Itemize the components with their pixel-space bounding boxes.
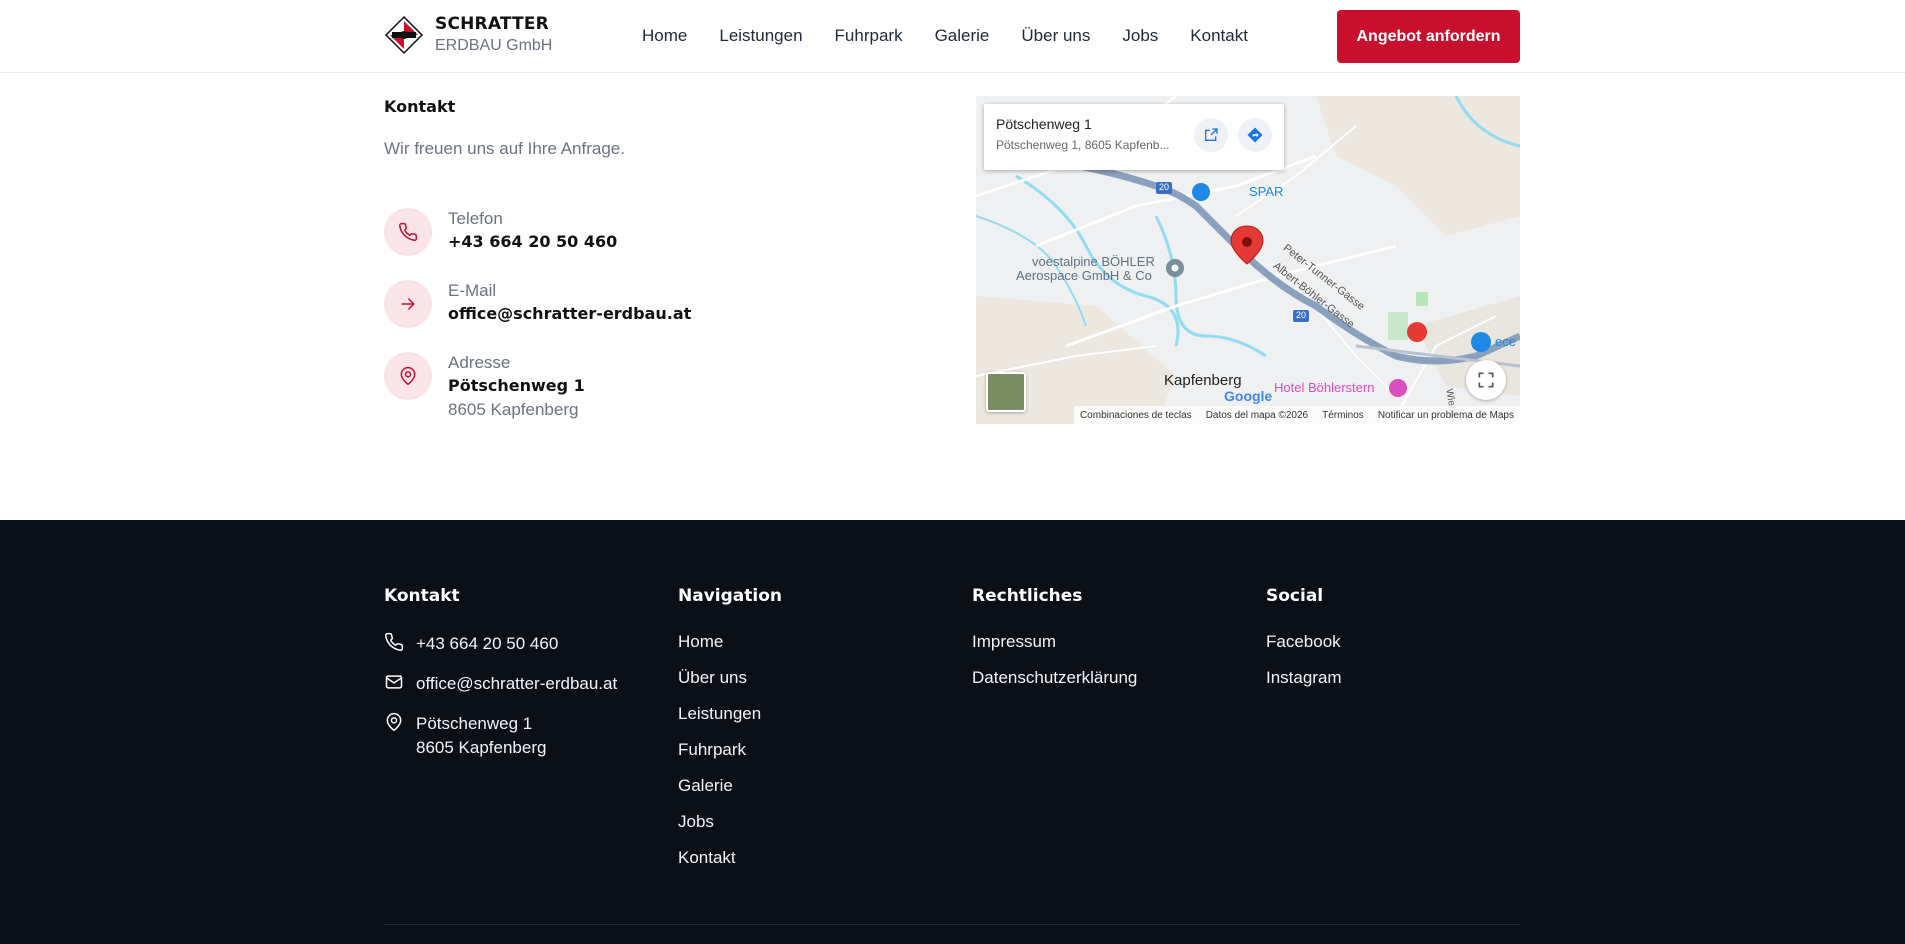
footer-phone-text: +43 664 20 50 460	[416, 634, 559, 653]
nav-home[interactable]: Home	[642, 25, 687, 47]
footer-nav-jobs[interactable]: Jobs	[678, 812, 782, 832]
map-pin-icon	[384, 352, 432, 400]
footer-email-text: office@schratter-erdbau.at	[416, 674, 618, 693]
footer-link-impressum[interactable]: Impressum	[972, 632, 1137, 652]
map-place-address: Pötschenweg 1, 8605 Kapfenb...	[996, 138, 1170, 152]
map-label-voest-2: Aerospace GmbH & Co	[1016, 268, 1152, 283]
footer-social-title: Social	[1266, 586, 1324, 606]
footer-link-facebook[interactable]: Facebook	[1266, 632, 1342, 652]
fullscreen-icon[interactable]	[1466, 360, 1506, 400]
nav-fuhrpark[interactable]: Fuhrpark	[835, 25, 903, 47]
nav-jobs[interactable]: Jobs	[1122, 25, 1158, 47]
email-label: E-Mail	[448, 281, 497, 300]
map-keyboard-shortcuts[interactable]: Combinaciones de teclas	[1080, 410, 1192, 421]
footer-nav-galerie[interactable]: Galerie	[678, 776, 782, 796]
phone-link[interactable]: +43 664 20 50 460	[448, 230, 617, 254]
nav-kontakt[interactable]: Kontakt	[1190, 25, 1248, 47]
map-route-shield-1: 20	[1159, 182, 1170, 192]
google-map[interactable]: SPAR voestalpine BÖHLER Aerospace GmbH &…	[976, 96, 1520, 424]
map-report-problem[interactable]: Notificar un problema de Maps	[1378, 410, 1514, 421]
google-wordmark: Google	[1224, 388, 1273, 404]
contact-address: Adresse Pötschenweg 1 8605 Kapfenberg	[384, 352, 585, 422]
mail-icon	[385, 675, 403, 689]
footer-nav-kontakt[interactable]: Kontakt	[678, 848, 782, 868]
footer-nav-fuhrpark[interactable]: Fuhrpark	[678, 740, 782, 760]
map-route-shield-2: 20	[1296, 310, 1307, 320]
site-footer: Kontakt +43 664 20 50 460 office@schratt…	[0, 520, 1905, 944]
section-heading: Kontakt	[384, 97, 456, 116]
request-quote-button[interactable]: Angebot anfordern	[1337, 10, 1520, 63]
footer-address: Pötschenweg 1 8605 Kapfenberg	[384, 712, 617, 760]
footer-nav-ueber-uns[interactable]: Über uns	[678, 668, 782, 688]
brand-name: SCHRATTER	[435, 14, 549, 34]
footer-email[interactable]: office@schratter-erdbau.at	[384, 672, 617, 696]
map-footer: Combinaciones de teclas Datos del mapa ©…	[1073, 406, 1520, 424]
footer-nav-home[interactable]: Home	[678, 632, 782, 652]
map-label-spar: SPAR	[1249, 184, 1284, 199]
arrow-right-icon	[384, 280, 432, 328]
footer-legal-title: Rechtliches	[972, 586, 1083, 606]
map-place-card: Pötschenweg 1 Pötschenweg 1, 8605 Kapfen…	[984, 104, 1284, 170]
footer-link-instagram[interactable]: Instagram	[1266, 668, 1342, 688]
brand-subtitle: ERDBAU GmbH	[435, 37, 553, 54]
logo-icon	[384, 15, 424, 55]
address-street: Pötschenweg 1	[448, 376, 585, 395]
site-header: SCHRATTER ERDBAU GmbH Home Leistungen Fu…	[0, 0, 1905, 73]
map-label-voest-1: voestalpine BÖHLER	[1032, 254, 1155, 269]
footer-social-column: Social Facebook Instagram	[1266, 586, 1342, 704]
email-link[interactable]: office@schratter-erdbau.at	[448, 302, 691, 326]
map-label-hotel: Hotel Böhlerstern	[1274, 380, 1375, 395]
section-subtitle: Wir freuen uns auf Ihre Anfrage.	[384, 139, 625, 158]
satellite-toggle-button[interactable]	[986, 372, 1026, 412]
map-pin-icon	[386, 712, 402, 732]
map-terms[interactable]: Términos	[1322, 410, 1364, 421]
phone-icon	[384, 208, 432, 256]
footer-divider	[384, 924, 1520, 925]
phone-label: Telefon	[448, 209, 503, 228]
map-place-title: Pötschenweg 1	[996, 116, 1092, 132]
footer-nav-leistungen[interactable]: Leistungen	[678, 704, 782, 724]
map-label-kapfenberg: Kapfenberg	[1164, 372, 1242, 389]
phone-icon	[385, 632, 404, 651]
main-nav: Home Leistungen Fuhrpark Galerie Über un…	[642, 25, 1280, 47]
footer-phone[interactable]: +43 664 20 50 460	[384, 632, 617, 656]
contact-email: E-Mail office@schratter-erdbau.at	[384, 280, 691, 328]
footer-link-datenschutz[interactable]: Datenschutzerklärung	[972, 668, 1137, 688]
footer-legal-column: Rechtliches Impressum Datenschutzerkläru…	[972, 586, 1137, 704]
nav-ueber-uns[interactable]: Über uns	[1021, 25, 1090, 47]
map-label-ece: ece	[1495, 334, 1516, 349]
contact-phone: Telefon +43 664 20 50 460	[384, 208, 617, 256]
nav-galerie[interactable]: Galerie	[935, 25, 990, 47]
footer-navigation-column: Navigation Home Über uns Leistungen Fuhr…	[678, 586, 782, 884]
nav-leistungen[interactable]: Leistungen	[719, 25, 802, 47]
footer-contact-title: Kontakt	[384, 586, 460, 606]
directions-icon[interactable]	[1238, 118, 1272, 152]
open-external-icon[interactable]	[1194, 118, 1228, 152]
footer-navigation-title: Navigation	[678, 586, 782, 606]
footer-street: Pötschenweg 1	[416, 714, 533, 733]
google-logo: Google	[1224, 388, 1272, 404]
footer-contact-column: Kontakt +43 664 20 50 460 office@schratt…	[384, 586, 617, 776]
logo[interactable]: SCHRATTER ERDBAU GmbH	[384, 14, 552, 56]
address-label: Adresse	[448, 353, 511, 372]
address-city: 8605 Kapfenberg	[448, 400, 579, 419]
map-data-credit: Datos del mapa ©2026	[1205, 409, 1309, 421]
footer-city: 8605 Kapfenberg	[416, 738, 547, 757]
